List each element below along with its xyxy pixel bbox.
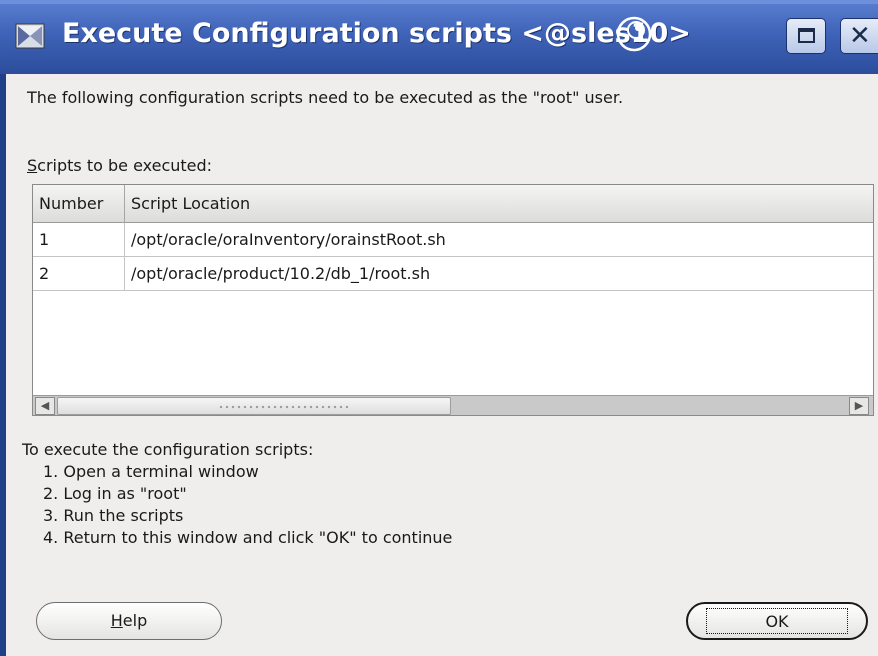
cell-number: 2 [33,257,125,291]
scripts-label: Scripts to be executed: [27,156,212,175]
scripts-table[interactable]: Number Script Location 1 /opt/oracle/ora… [32,184,874,416]
scroll-left-icon[interactable]: ◀ [35,397,55,415]
scripts-label-text: cripts to be executed: [37,156,213,175]
swirl-icon [616,16,652,52]
cell-script-location: /opt/oracle/oraInventory/orainstRoot.sh [131,230,446,249]
close-icon: ✕ [849,21,871,51]
scroll-grip [218,404,348,410]
dialog-body: The following configuration scripts need… [6,74,878,656]
column-header-script-location[interactable]: Script Location [125,185,873,223]
focus-ring [706,608,848,634]
close-button[interactable]: ✕ [840,18,878,54]
help-button[interactable]: Help [36,602,222,640]
cell-number: 1 [33,223,125,257]
title-bar-highlight [0,0,878,4]
maximize-icon [798,28,815,43]
scroll-right-icon[interactable]: ▶ [849,397,869,415]
ok-button[interactable]: OK [686,602,868,640]
intro-text: The following configuration scripts need… [27,88,624,107]
instruction-item: 1. Open a terminal window [43,462,259,481]
window-title: Execute Configuration scripts <@sles10> [62,18,691,49]
instruction-item: 2. Log in as "root" [43,484,187,503]
table-row[interactable]: 1 /opt/oracle/oraInventory/orainstRoot.s… [33,223,873,257]
instructions-heading: To execute the configuration scripts: [22,440,314,459]
table-row[interactable]: 2 /opt/oracle/product/10.2/db_1/root.sh [33,257,873,291]
maximize-button[interactable] [786,18,826,54]
title-bar[interactable]: Execute Configuration scripts <@sles10> … [0,0,878,74]
instruction-item: 4. Return to this window and click "OK" … [43,528,453,547]
scripts-label-accelerator: S [27,156,38,175]
instruction-item: 3. Run the scripts [43,506,184,525]
help-accelerator: H [110,611,123,630]
table-header: Number Script Location [33,185,873,223]
cell-script-location: /opt/oracle/product/10.2/db_1/root.sh [131,264,431,283]
scroll-thumb[interactable] [57,397,451,415]
app-icon[interactable] [14,20,46,52]
column-header-number[interactable]: Number [33,185,125,223]
help-label: elp [122,611,148,630]
horizontal-scrollbar[interactable]: ◀ ▶ [33,395,873,415]
